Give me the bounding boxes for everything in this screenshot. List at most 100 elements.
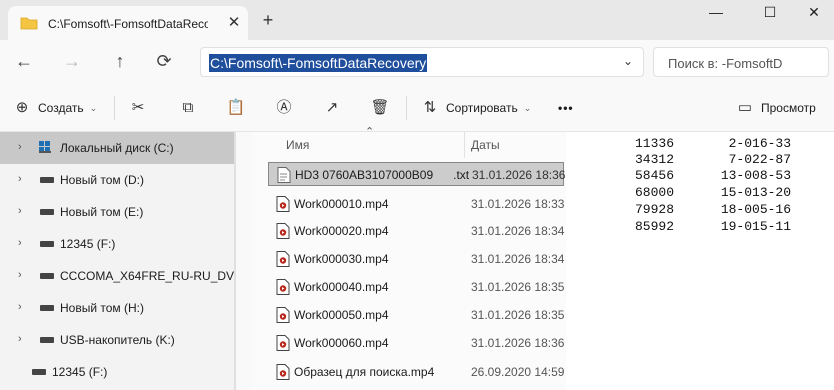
file-date: 31.01.2026 18:35	[471, 280, 565, 294]
chevron-right-icon[interactable]: ›	[18, 237, 22, 249]
chevron-down-icon: ⌄	[523, 102, 532, 113]
preview-text-line: 58456 13-008-53	[635, 168, 792, 183]
minimize-button[interactable]: —	[696, 2, 736, 24]
clipboard-icon: 📋	[226, 99, 246, 116]
drive-icon	[32, 369, 46, 375]
file-name: Work000060.mp4	[294, 336, 389, 350]
divider	[114, 96, 115, 120]
chevron-right-icon[interactable]: ›	[18, 141, 22, 153]
sort-icon: ⇅	[423, 99, 437, 116]
search-input[interactable]: Поиск в: -FomsoftD	[653, 47, 829, 77]
file-date: 31.01.2026 18:36	[471, 336, 565, 350]
create-button[interactable]: ⊕ Создать ⌄	[12, 96, 97, 120]
text-file-icon	[277, 167, 291, 183]
preview-pane: 11336 2-016-33 34312 7-022-87 58456 13-0…	[566, 132, 834, 390]
tab-title: C:\Fomsoft\-FomsoftDataReco	[48, 17, 208, 31]
search-placeholder: Поиск в: -FomsoftD	[668, 56, 783, 71]
title-bar: C:\Fomsoft\-FomsoftDataReco ✕ + — ☐ ✕	[0, 0, 834, 40]
drive-icon	[40, 273, 54, 279]
refresh-button[interactable]: ⟳	[152, 50, 176, 74]
file-row[interactable]: Work000020.mp4 31.01.2026 18:34	[268, 219, 564, 243]
file-name: HD3 0760AB3107000B09 .txt	[295, 168, 470, 182]
file-row[interactable]: Work000050.mp4 31.01.2026 18:35	[268, 303, 564, 327]
tab-current[interactable]: C:\Fomsoft\-FomsoftDataReco ✕	[8, 6, 248, 40]
chevron-down-icon[interactable]: ⌄	[623, 54, 633, 68]
file-name: Work000030.mp4	[294, 252, 389, 266]
nav-item-drive-g[interactable]: › CCCOMA_X64FRE_RU-RU_DV9 (G	[0, 260, 257, 292]
drive-icon	[40, 177, 54, 183]
file-row[interactable]: Work000030.mp4 31.01.2026 18:34	[268, 247, 564, 271]
nav-item-usb-k[interactable]: › USB-накопитель (K:)	[0, 324, 234, 356]
file-name: Work000010.mp4	[294, 197, 389, 211]
video-file-icon	[276, 251, 290, 267]
drive-icon	[40, 241, 54, 247]
column-divider[interactable]	[464, 132, 465, 158]
more-button[interactable]: •••	[558, 96, 574, 120]
preview-text-line: 11336 2-016-33	[635, 136, 792, 151]
file-row[interactable]: Work000040.mp4 31.01.2026 18:35	[268, 275, 564, 299]
drive-icon	[40, 305, 54, 311]
nav-item-drive-f-root[interactable]: 12345 (F:)	[0, 356, 234, 388]
copy-icon: ⧉	[182, 99, 194, 116]
nav-item-drive-f[interactable]: › 12345 (F:)	[0, 228, 234, 260]
file-row[interactable]: HD3 0760AB3107000B09 .txt 31.01.2026 18:…	[268, 162, 566, 186]
file-row[interactable]: Образец для поиска.mp4 26.09.2020 14:59	[268, 360, 564, 384]
chevron-right-icon[interactable]: ›	[18, 333, 22, 345]
rename-button[interactable]: Ⓐ	[274, 96, 294, 120]
nav-item-drive-e[interactable]: › Новый том (E:)	[0, 196, 234, 228]
video-file-icon	[276, 279, 290, 295]
trash-icon: 🗑	[370, 99, 390, 116]
chevron-right-icon[interactable]: ›	[18, 301, 22, 313]
usb-drive-icon	[40, 337, 54, 343]
preview-button[interactable]: ▭ Просмотр	[735, 96, 816, 120]
file-name: Work000040.mp4	[294, 280, 389, 294]
copy-button[interactable]: ⧉	[178, 96, 198, 120]
sort-ascending-icon: ⌃	[365, 126, 375, 138]
chevron-right-icon[interactable]: ›	[18, 269, 22, 281]
create-label: Создать	[38, 101, 84, 115]
nav-item-label: Новый том (E:)	[60, 205, 144, 219]
chevron-right-icon[interactable]: ›	[18, 173, 22, 185]
file-date: 31.01.2026 18:36	[472, 168, 566, 182]
nav-item-label: USB-накопитель (K:)	[60, 333, 175, 347]
chevron-right-icon[interactable]: ›	[18, 205, 22, 217]
more-icon: •••	[558, 101, 574, 115]
pane-splitter[interactable]	[234, 132, 252, 390]
nav-item-local-disk-c[interactable]: › Локальный диск (C:)	[0, 132, 234, 164]
nav-item-drive-h[interactable]: › Новый том (H:)	[0, 292, 234, 324]
forward-button[interactable]: →	[60, 50, 84, 74]
file-row[interactable]: Work000010.mp4 31.01.2026 18:33	[268, 192, 564, 216]
preview-pane-icon: ▭	[737, 99, 753, 116]
address-row: ← → ↑ ⟳ C:\Fomsoft\-FomsoftDataRecovery …	[0, 40, 834, 84]
scissors-icon: ✂	[131, 99, 145, 116]
column-header-name[interactable]: Имя	[286, 138, 309, 152]
maximize-button[interactable]: ☐	[750, 2, 790, 24]
nav-item-label: Новый том (D:)	[60, 173, 144, 187]
windows-drive-icon	[39, 141, 51, 153]
tab-close-icon[interactable]: ✕	[226, 15, 242, 31]
file-date: 31.01.2026 18:34	[471, 224, 565, 238]
share-button[interactable]: ↗	[322, 96, 342, 120]
paste-button[interactable]: 📋	[226, 96, 246, 120]
preview-text-line: 79928 18-005-16	[635, 202, 792, 217]
new-tab-button[interactable]: +	[258, 10, 278, 30]
file-name: Образец для поиска.mp4	[294, 365, 435, 379]
cut-button[interactable]: ✂	[128, 96, 148, 120]
back-button[interactable]: ←	[12, 50, 36, 74]
column-header-date[interactable]: Даты	[471, 138, 500, 152]
address-path[interactable]: C:\Fomsoft\-FomsoftDataRecovery	[209, 54, 428, 72]
nav-item-label: Локальный диск (C:)	[60, 141, 174, 155]
nav-item-drive-d[interactable]: › Новый том (D:)	[0, 164, 234, 196]
delete-button[interactable]: 🗑	[370, 96, 390, 120]
drive-icon	[40, 209, 54, 215]
plus-circle-icon: ⊕	[15, 99, 29, 116]
file-date: 31.01.2026 18:34	[471, 252, 565, 266]
column-header: ⌃ Имя Даты	[252, 126, 566, 158]
divider	[406, 96, 407, 120]
address-bar[interactable]: C:\Fomsoft\-FomsoftDataRecovery ⌄	[200, 47, 644, 77]
file-name: Work000050.mp4	[294, 308, 389, 322]
sort-button[interactable]: ⇅ Сортировать ⌄	[420, 96, 532, 120]
close-button[interactable]: ✕	[794, 2, 834, 24]
file-row[interactable]: Work000060.mp4 31.01.2026 18:36	[268, 331, 564, 355]
up-button[interactable]: ↑	[108, 50, 132, 74]
